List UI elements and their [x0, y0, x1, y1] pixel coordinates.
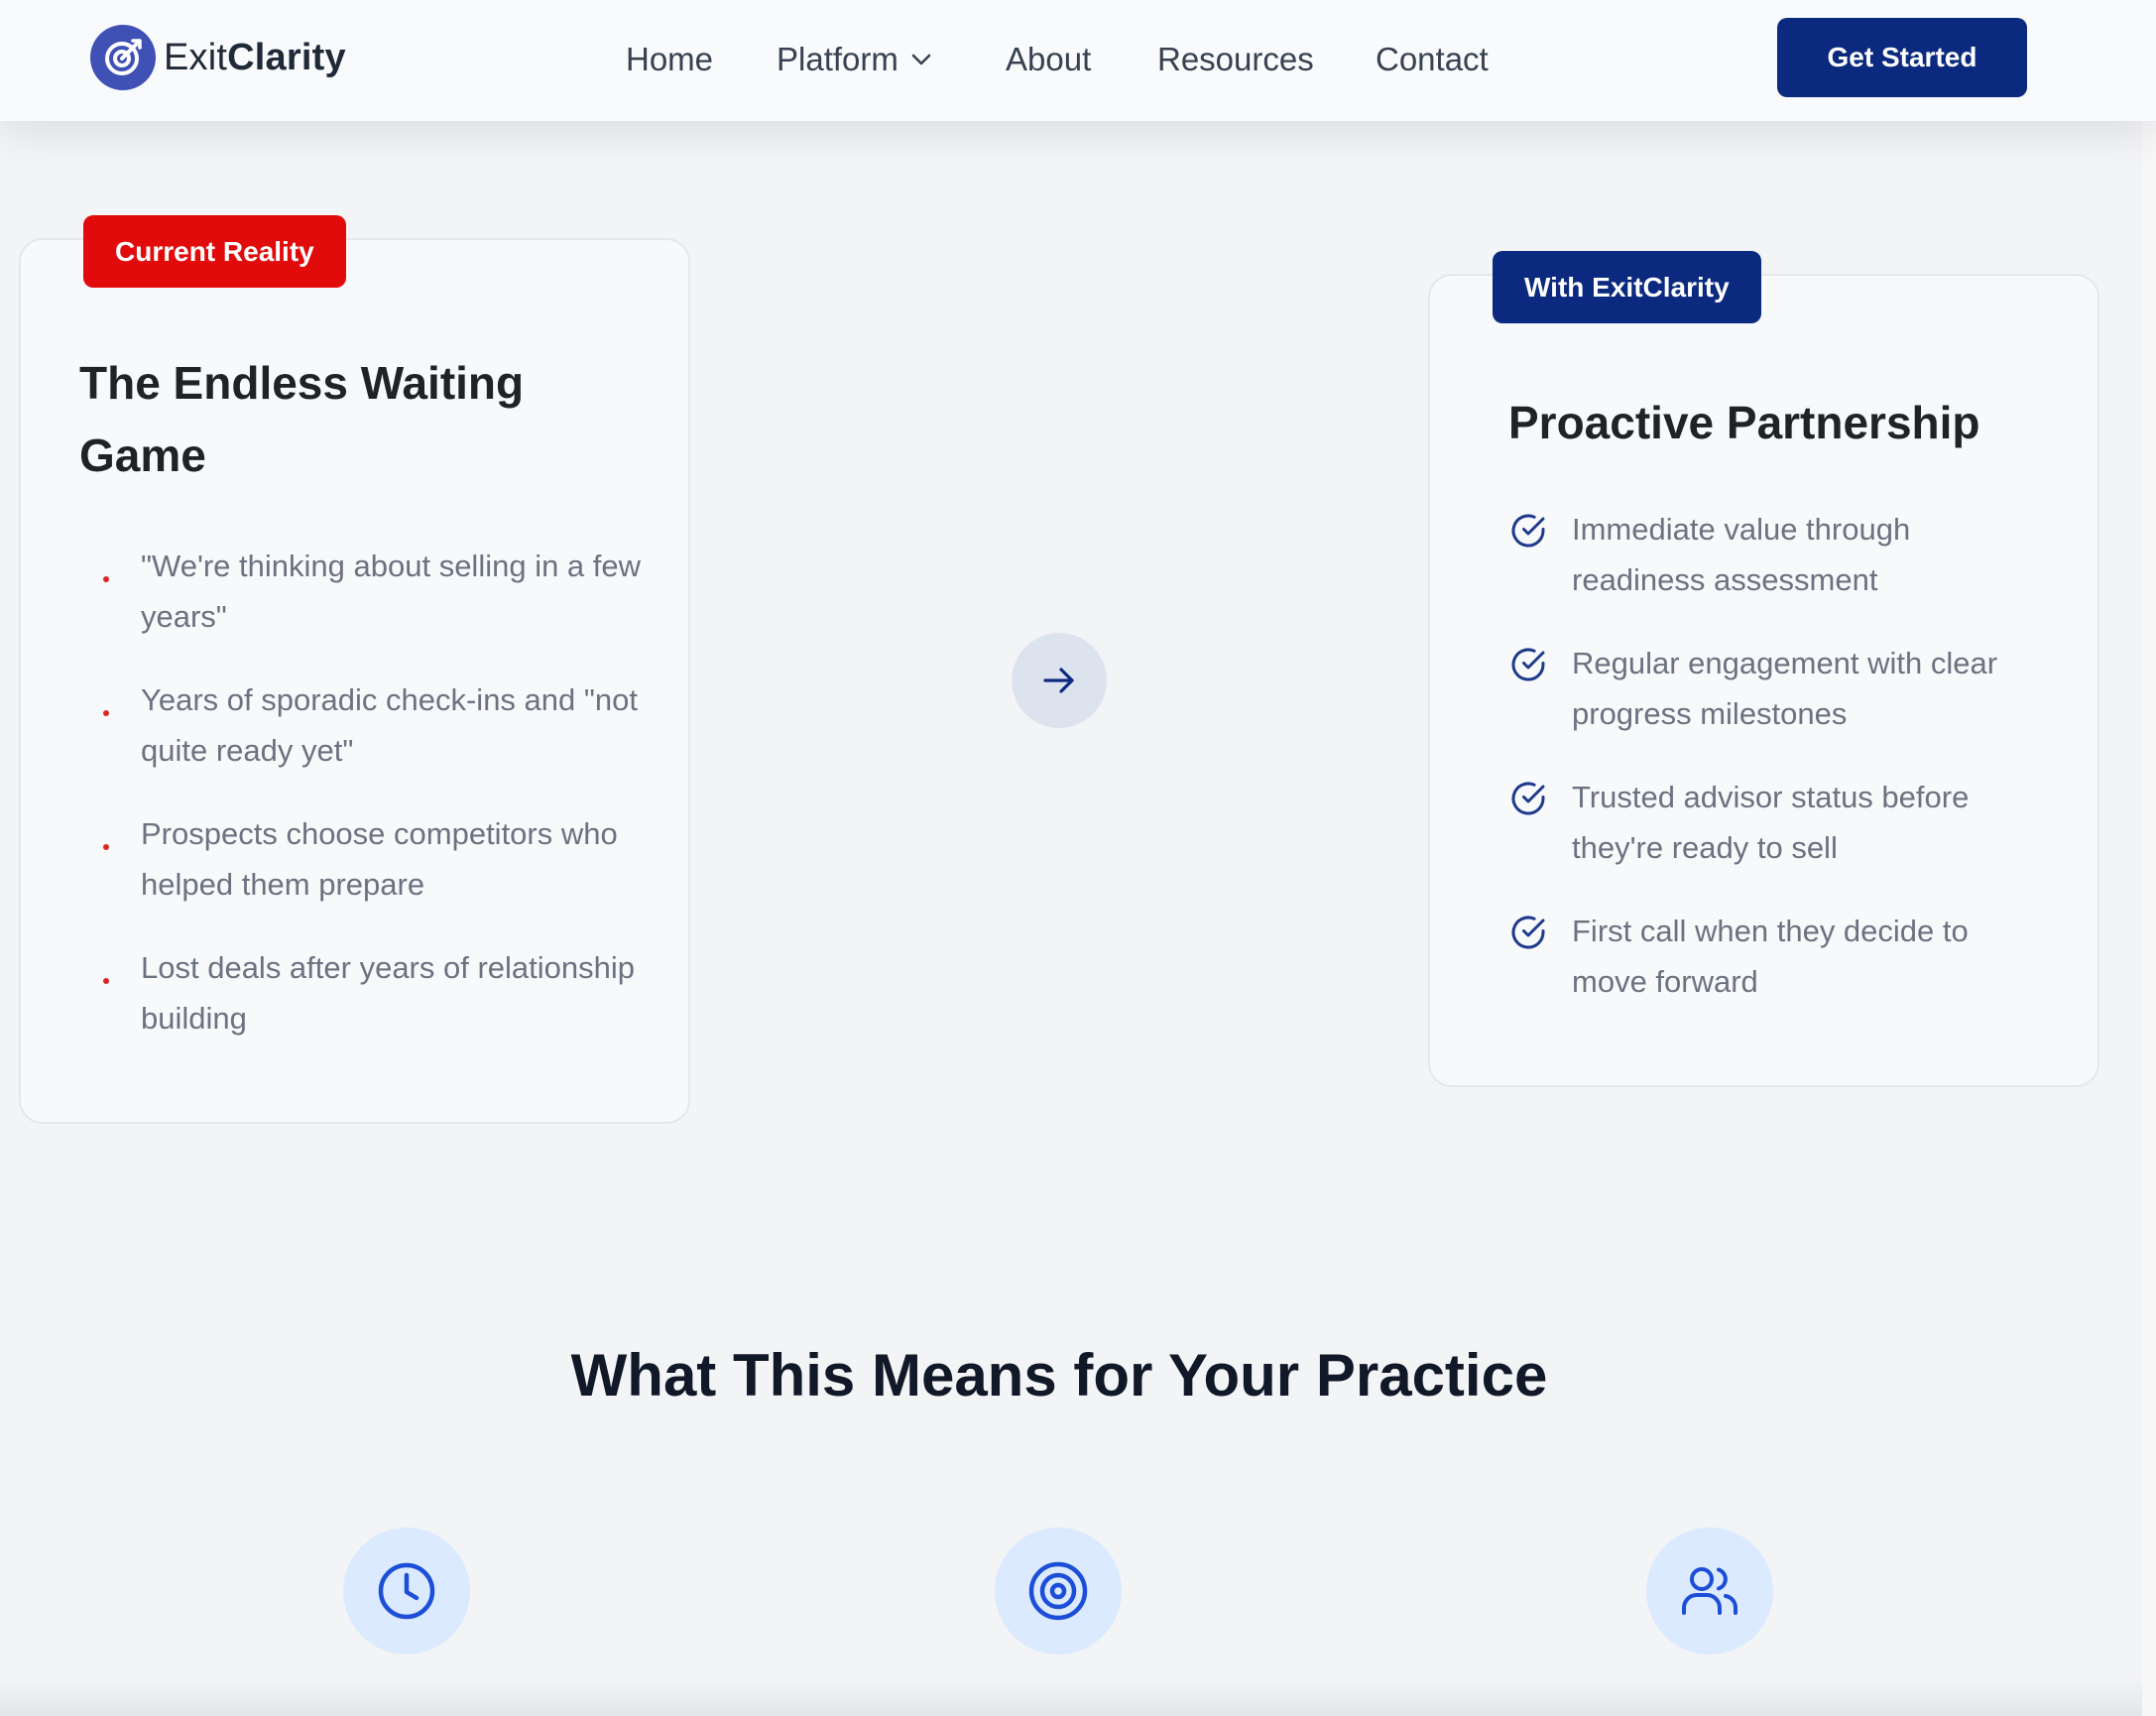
list-item: Years of sporadic check-ins and "not qui… [99, 674, 655, 776]
nav-link-contact[interactable]: Contact [1376, 36, 1489, 83]
list-item-text: First call when they decide to move forw… [1572, 914, 1969, 999]
list-item: Lost deals after years of relationship b… [99, 942, 655, 1043]
nav-link-about[interactable]: About [1006, 36, 1091, 83]
list-item: Regular engagement with clear progress m… [1508, 638, 2044, 739]
check-circle-icon [1511, 514, 1545, 548]
list-item: Trusted advisor status before they're re… [1508, 772, 2044, 873]
check-circle-icon [1511, 916, 1545, 949]
list-item: "We're thinking about selling in a few y… [99, 541, 655, 642]
list-item-text: Lost deals after years of relationship b… [141, 950, 635, 1036]
with-exitclarity-list: Immediate value through readiness assess… [1508, 504, 2044, 1040]
list-item-text: Trusted advisor status before they're re… [1572, 780, 1970, 865]
arrow-right-icon [1043, 668, 1074, 693]
list-item-text: Prospects choose competitors who helped … [141, 816, 618, 902]
users-icon [1682, 1567, 1738, 1615]
bullet-icon [103, 710, 109, 716]
list-item-text: Years of sporadic check-ins and "not qui… [141, 682, 638, 768]
current-reality-badge: Current Reality [83, 215, 346, 288]
with-exitclarity-badge: With ExitClarity [1493, 251, 1761, 323]
feature-icon-users [1646, 1528, 1773, 1655]
feature-icon-clock [343, 1528, 470, 1655]
list-item-text: "We're thinking about selling in a few y… [141, 549, 642, 634]
current-reality-title: The Endless Waiting Game [79, 357, 525, 481]
chevron-down-icon [911, 54, 931, 65]
practice-section-title: What This Means for Your Practice [570, 1342, 1548, 1409]
list-item-text: Regular engagement with clear progress m… [1572, 646, 1998, 731]
list-item-text: Immediate value through readiness assess… [1572, 512, 1911, 597]
bullet-icon [103, 978, 109, 984]
nav-link-platform[interactable]: Platform [777, 36, 932, 83]
current-reality-list: "We're thinking about selling in a few y… [99, 541, 655, 1076]
check-circle-icon [1511, 782, 1545, 815]
top-navbar: ExitClarity Home Platform About Resource… [0, 0, 2156, 121]
bottom-fade [0, 1676, 2156, 1716]
nav-link-platform-label: Platform [777, 41, 898, 77]
list-item: Immediate value through readiness assess… [1508, 504, 2044, 605]
logo-text-clarity: Clarity [227, 36, 346, 78]
logo[interactable]: ExitClarity [90, 25, 346, 90]
nav-link-home[interactable]: Home [626, 36, 713, 83]
logo-text: ExitClarity [164, 37, 346, 79]
bullet-icon [103, 844, 109, 850]
feature-icon-target [995, 1528, 1122, 1655]
transition-arrow [1012, 633, 1107, 728]
nav-link-resources[interactable]: Resources [1157, 36, 1314, 83]
target-icon [1028, 1561, 1088, 1621]
get-started-button[interactable]: Get Started [1777, 18, 2027, 97]
bullet-icon [103, 576, 109, 582]
target-icon [90, 25, 156, 90]
list-item: Prospects choose competitors who helped … [99, 808, 655, 910]
check-circle-icon [1511, 648, 1545, 681]
logo-text-exit: Exit [164, 36, 228, 78]
clock-icon [378, 1562, 435, 1620]
scrollbar-track[interactable] [2142, 0, 2156, 1716]
with-exitclarity-title: Proactive Partnership [1508, 397, 1980, 448]
list-item: First call when they decide to move forw… [1508, 906, 2044, 1007]
